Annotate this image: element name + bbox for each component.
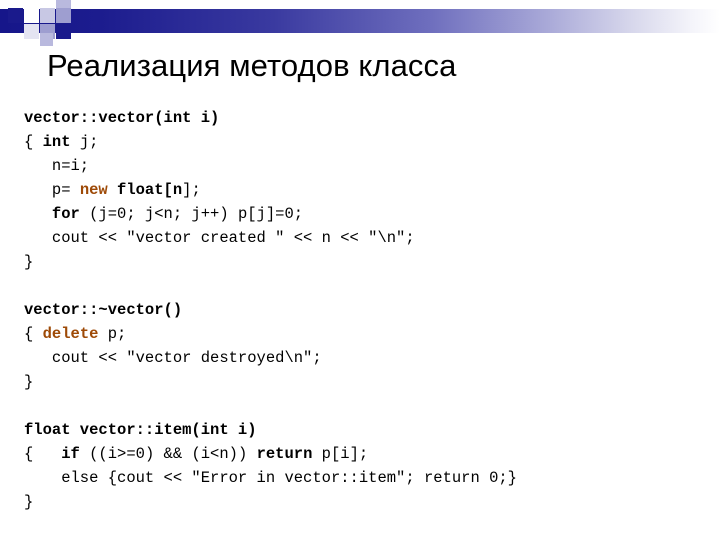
code-line: }	[24, 370, 704, 394]
slide-header-decoration	[0, 0, 720, 46]
code-keyword: delete	[42, 325, 99, 343]
code-token: cout << "vector destroyed\n";	[24, 349, 322, 367]
code-token: p[i];	[312, 445, 369, 463]
deco-square	[40, 8, 55, 23]
deco-square	[56, 8, 71, 23]
code-token: cout << "vector created " << n << "\n";	[24, 229, 415, 247]
deco-square	[8, 8, 23, 23]
deco-square	[40, 33, 53, 46]
deco-square	[24, 8, 39, 23]
code-line: }	[24, 490, 704, 514]
code-token: ((i>=0) && (i<n))	[79, 445, 257, 463]
code-line: n=i;	[24, 154, 704, 178]
code-line: cout << "vector destroyed\n";	[24, 346, 704, 370]
code-line: cout << "vector created " << n << "\n";	[24, 226, 704, 250]
code-token: p=	[24, 181, 80, 199]
deco-square	[56, 24, 71, 39]
code-bold-token: if	[61, 445, 80, 463]
code-bold-token: return	[256, 445, 313, 463]
code-line: for (j=0; j<n; j++) p[j]=0;	[24, 202, 704, 226]
code-bold-token: vector::vector(int i)	[24, 109, 220, 127]
code-bold-token: float[n	[107, 181, 183, 199]
code-token: {	[24, 445, 62, 463]
code-line: p= new float[n];	[24, 178, 704, 202]
code-bold-token: vector::~vector()	[24, 301, 183, 319]
code-token: {	[24, 133, 43, 151]
code-keyword: new	[79, 181, 108, 199]
code-token: (j=0; j<n; j++) p[j]=0;	[79, 205, 304, 223]
code-line: { int j;	[24, 130, 704, 154]
code-line: }	[24, 250, 704, 274]
code-token: ];	[182, 181, 201, 199]
code-bold-token: for	[51, 205, 80, 223]
page-title: Реализация методов класса	[47, 48, 457, 83]
code-token: }	[24, 493, 34, 511]
code-token: p;	[98, 325, 127, 343]
code-token: j;	[70, 133, 99, 151]
code-line: else {cout << "Error in vector::item"; r…	[24, 466, 704, 490]
code-bold-token: int	[42, 133, 71, 151]
code-line: float vector::item(int i)	[24, 418, 704, 442]
code-token: else {cout << "Error in vector::item"; r…	[24, 469, 517, 487]
code-token: }	[24, 373, 34, 391]
deco-square	[24, 24, 39, 39]
code-line: { delete p;	[24, 322, 704, 346]
code-token: n=i;	[24, 157, 90, 175]
code-token: {	[24, 325, 43, 343]
code-line: { if ((i>=0) && (i<n)) return p[i];	[24, 442, 704, 466]
code-line: vector::~vector()	[24, 298, 704, 322]
code-token: }	[24, 253, 34, 271]
header-gradient-bar	[0, 9, 720, 33]
code-line: vector::vector(int i)	[24, 106, 704, 130]
code-bold-token: float vector::item(int i)	[24, 421, 257, 439]
code-listing: vector::vector(int i){ int j; n=i; p= ne…	[24, 106, 704, 514]
